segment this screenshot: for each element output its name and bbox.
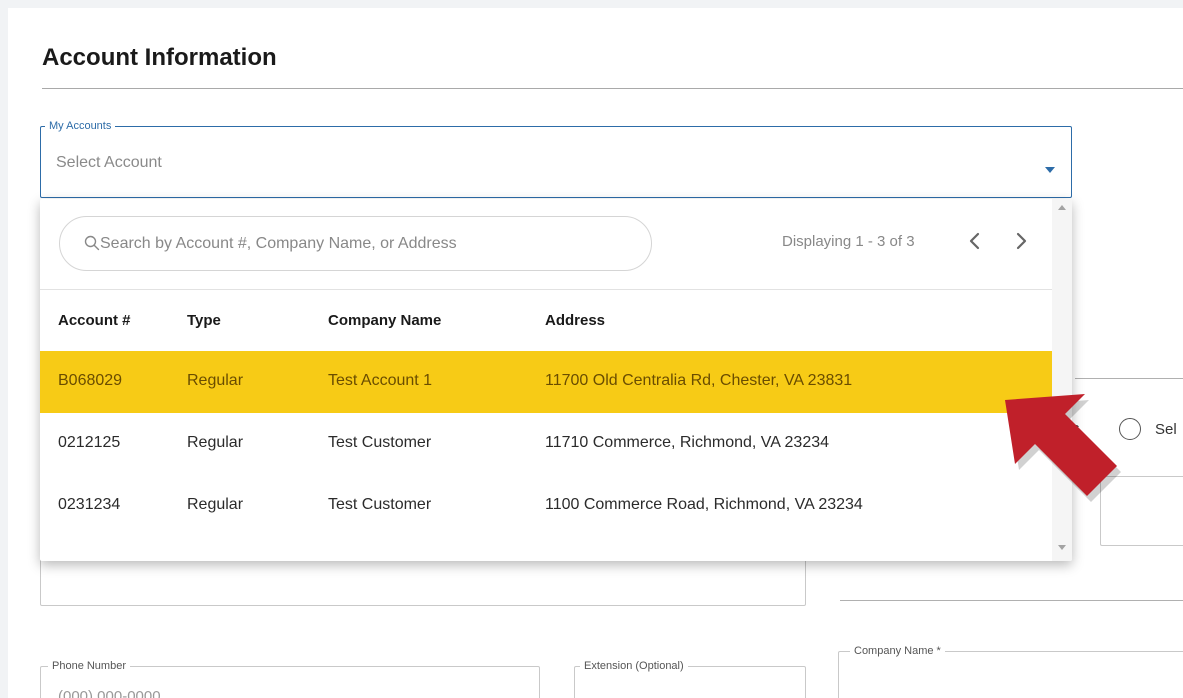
chevron-right-icon xyxy=(1016,232,1027,250)
select-account-placeholder: Select Account xyxy=(56,154,162,171)
form-divider-mid xyxy=(840,600,1183,601)
cell-address: 11700 Old Centralia Rd, Chester, VA 2383… xyxy=(545,372,853,389)
table-row[interactable]: B068029 Regular Test Account 1 11700 Old… xyxy=(40,351,1052,413)
cell-account: 0231234 xyxy=(58,496,121,513)
column-header-company: Company Name xyxy=(328,312,442,329)
title-divider xyxy=(42,88,1183,89)
previous-page-button[interactable] xyxy=(963,230,985,252)
my-accounts-label: My Accounts xyxy=(45,120,116,132)
table-row[interactable]: 0212125 Regular Test Customer 11710 Comm… xyxy=(40,413,1052,475)
cell-account: 0212125 xyxy=(58,434,121,451)
next-page-button[interactable] xyxy=(1011,230,1033,252)
scroll-up-icon[interactable] xyxy=(1058,205,1066,210)
accounts-dropdown: Displaying 1 - 3 of 3 Account # Type Com… xyxy=(40,199,1072,561)
extension-label: Extension (Optional) xyxy=(580,660,688,672)
column-header-address: Address xyxy=(545,312,606,329)
phone-number-value: (000) 000-0000 xyxy=(58,688,161,698)
chevron-left-icon xyxy=(969,232,980,250)
table-divider xyxy=(40,289,1052,290)
company-name-field[interactable] xyxy=(838,651,1183,698)
cell-company: Test Customer xyxy=(328,434,432,451)
account-search-box[interactable] xyxy=(59,216,652,271)
my-accounts-select[interactable] xyxy=(40,126,1072,198)
column-header-account: Account # xyxy=(58,312,131,329)
phone-number-label: Phone Number xyxy=(48,660,130,672)
column-header-type: Type xyxy=(187,312,221,329)
cell-type: Regular xyxy=(187,496,244,513)
account-search-input[interactable] xyxy=(100,217,640,270)
company-name-label: Company Name * xyxy=(850,645,945,657)
scroll-down-icon[interactable] xyxy=(1058,545,1066,550)
cell-type: Regular xyxy=(187,434,244,451)
caret-down-icon[interactable] xyxy=(1045,167,1055,173)
search-icon xyxy=(84,235,100,251)
cell-address: 11710 Commerce, Richmond, VA 23234 xyxy=(545,434,830,451)
radio-label-partial-right: Sel xyxy=(1155,421,1177,438)
pagination-count: Displaying 1 - 3 of 3 xyxy=(782,233,915,250)
cell-company: Test Account 1 xyxy=(328,372,433,389)
arrow-callout-icon xyxy=(1005,394,1121,502)
cell-company: Test Customer xyxy=(328,496,432,513)
cell-address: 1100 Commerce Road, Richmond, VA 23234 xyxy=(545,496,863,513)
table-row[interactable]: 0231234 Regular Test Customer 1100 Comme… xyxy=(40,475,1052,537)
form-divider-right xyxy=(1075,378,1183,379)
cell-account: B068029 xyxy=(58,372,123,389)
page-title: Account Information xyxy=(42,44,277,71)
cell-type: Regular xyxy=(187,372,244,389)
